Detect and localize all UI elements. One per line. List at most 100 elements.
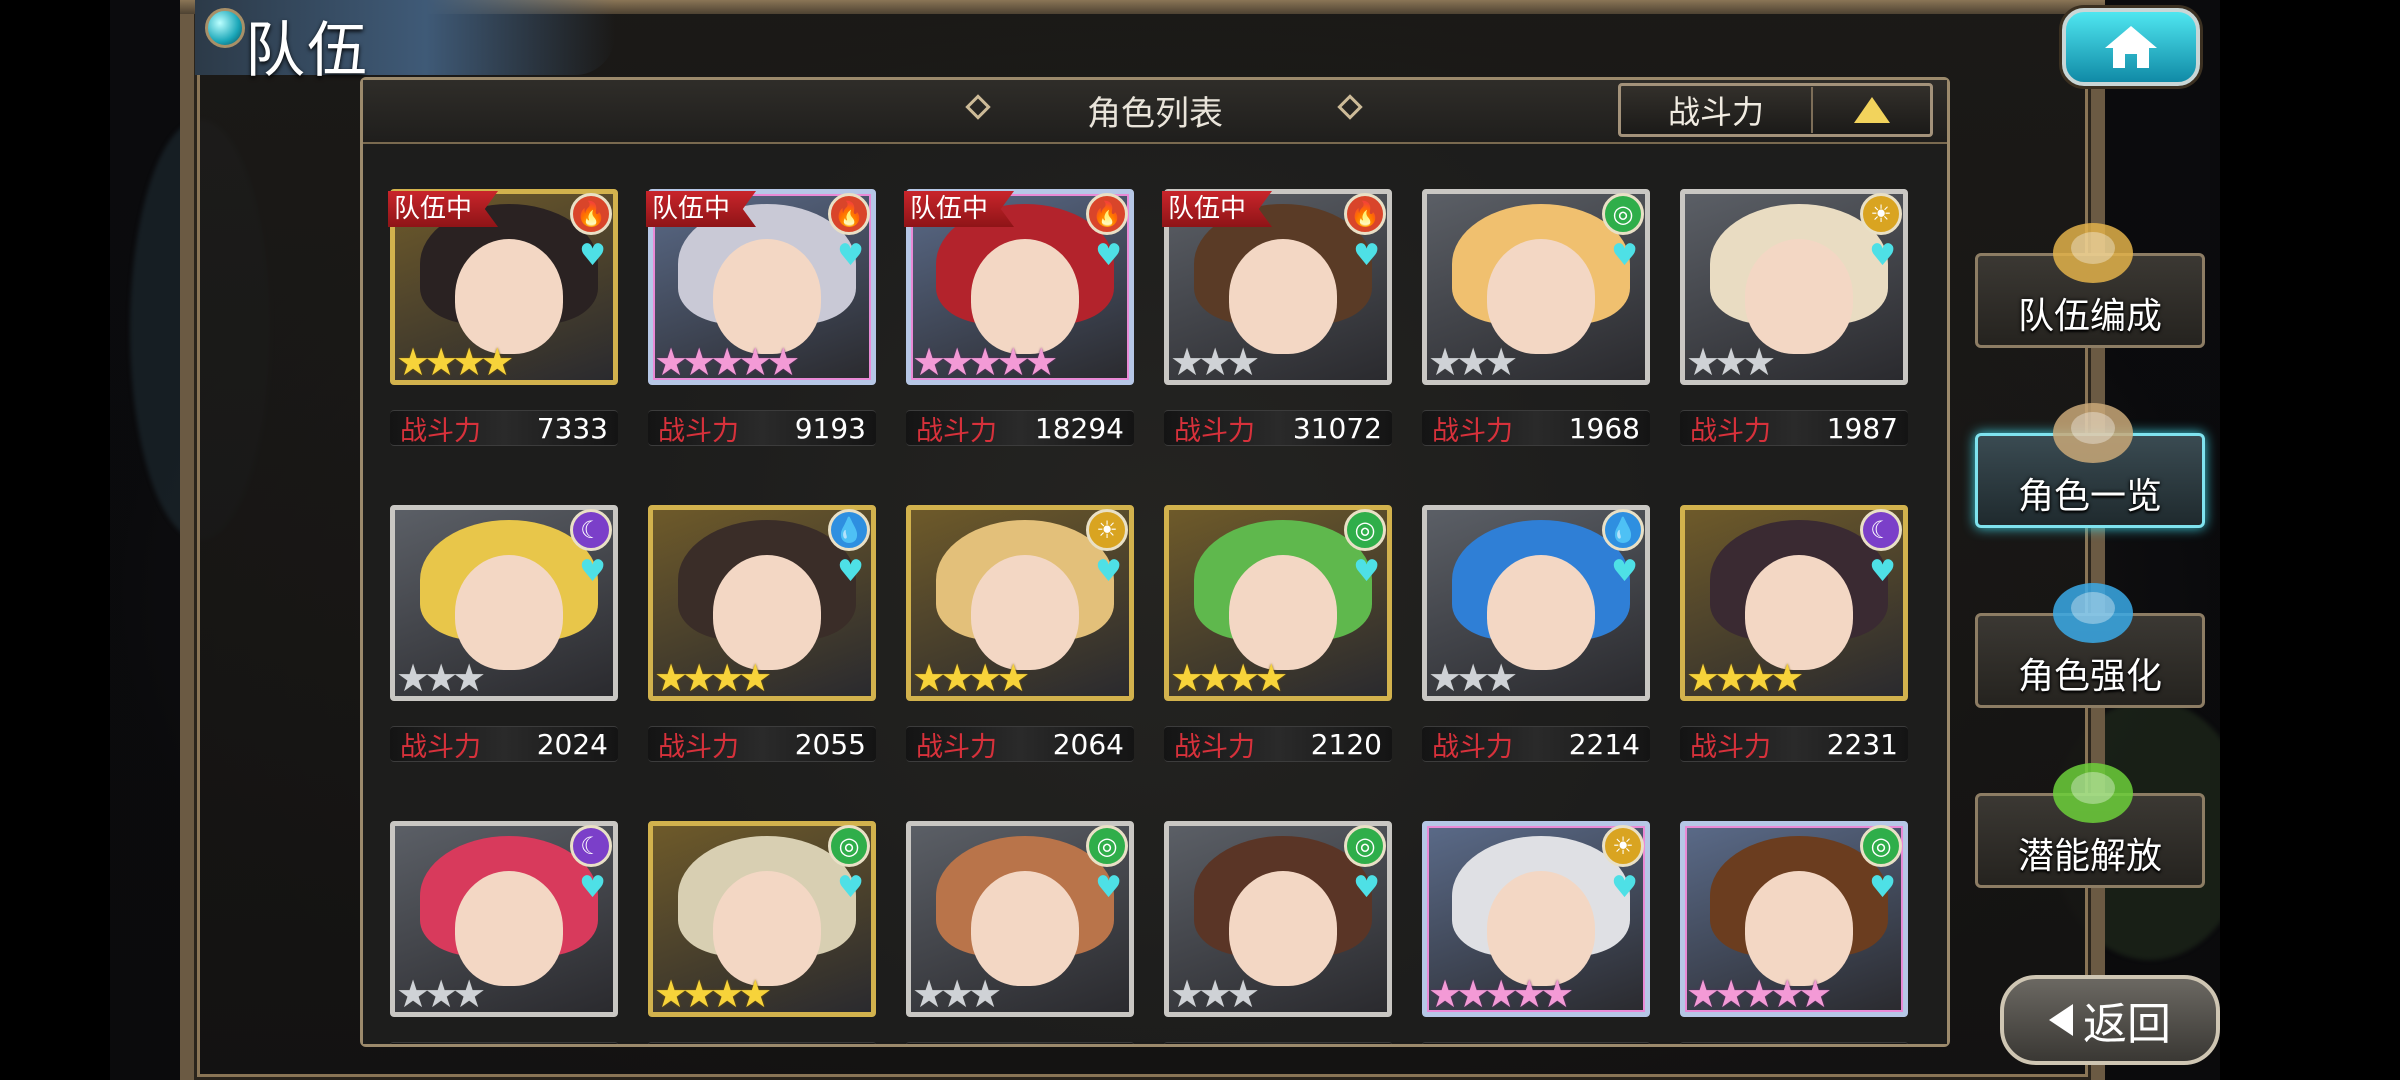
character-card[interactable]: ☀ ♥ ★★★	[1680, 189, 1908, 385]
rarity-stars: ★★★	[396, 656, 486, 700]
power-value: 7333	[536, 411, 608, 445]
character-card[interactable]: ☾ ♥ ★★★	[390, 821, 618, 1017]
character-card[interactable]: ☾ ♥ ★★★	[390, 505, 618, 701]
heart-icon: ♥	[1353, 238, 1380, 273]
character-card[interactable]: 💧 ♥ ★★★	[1422, 505, 1650, 701]
character-card[interactable]: ☾ ♥ ★★★★	[1680, 505, 1908, 701]
rarity-stars: ★★★	[396, 972, 486, 1016]
sort-label[interactable]: 战斗力	[1621, 87, 1813, 133]
character-card[interactable]: 🔥 ♥ 队伍中 ★★★★★	[646, 189, 876, 385]
moon-icon: ☾	[570, 825, 612, 867]
back-button[interactable]: 返回	[2000, 975, 2220, 1065]
power-label: 战斗力	[1690, 731, 1771, 763]
power-bar	[390, 1042, 618, 1044]
power-value: 1968	[1568, 411, 1640, 445]
power-bar: 战斗力 31072	[1164, 410, 1392, 447]
character-face	[1745, 871, 1853, 986]
heart-icon: ♥	[1869, 870, 1896, 905]
character-face	[1229, 555, 1337, 670]
power-value: 31072	[1292, 411, 1382, 445]
water-drop-icon: 💧	[1602, 509, 1644, 551]
heart-icon: ♥	[1611, 870, 1638, 905]
character-face	[971, 239, 1079, 354]
wind-swirl-icon: ◎	[1344, 825, 1386, 867]
heart-icon: ♥	[1611, 238, 1638, 273]
power-value: 18294	[1034, 411, 1124, 445]
enhance-card-icon	[2043, 568, 2143, 648]
character-face	[1487, 555, 1595, 670]
heart-icon: ♥	[1611, 554, 1638, 589]
character-face	[713, 871, 821, 986]
power-value: 2214	[1568, 727, 1640, 761]
character-face	[455, 555, 563, 670]
sort-control[interactable]: 战斗力	[1618, 83, 1933, 137]
home-icon	[2105, 26, 2157, 68]
character-card[interactable]: 💧 ♥ ★★★★	[648, 505, 876, 701]
power-label: 战斗力	[1174, 731, 1255, 763]
power-bar	[906, 1042, 1134, 1044]
side-menu-label: 队伍编成	[2017, 296, 2162, 337]
power-bar: 战斗力 18294	[906, 410, 1134, 447]
character-card[interactable]: 🔥 ♥ 队伍中 ★★★★	[388, 189, 618, 385]
power-label: 战斗力	[400, 415, 481, 447]
power-bar: 战斗力 2064	[906, 726, 1134, 763]
heart-icon: ♥	[579, 554, 606, 589]
rarity-stars: ★★★	[1170, 972, 1260, 1016]
wind-swirl-icon: ◎	[1086, 825, 1128, 867]
wind-swirl-icon: ◎	[828, 825, 870, 867]
wind-swirl-icon: ◎	[1860, 825, 1902, 867]
character-face	[713, 239, 821, 354]
character-card[interactable]: 🔥 ♥ 队伍中 ★★★★★	[904, 189, 1134, 385]
heart-icon: ♥	[1353, 870, 1380, 905]
rarity-stars: ★★★★	[654, 972, 772, 1016]
potential-release-button[interactable]: 潜能解放	[1975, 763, 2205, 888]
character-face	[1487, 871, 1595, 986]
fire-icon: 🔥	[828, 193, 870, 235]
wind-swirl-icon: ◎	[1344, 509, 1386, 551]
character-card[interactable]: ◎ ♥ ★★★	[906, 821, 1134, 1017]
character-card[interactable]: ◎ ♥ ★★★★	[648, 821, 876, 1017]
character-card[interactable]: ◎ ♥ ★★★★	[1164, 505, 1392, 701]
power-label: 战斗力	[1174, 415, 1255, 447]
power-bar: 战斗力 7333	[390, 410, 618, 447]
power-bar	[1164, 1042, 1392, 1044]
character-card[interactable]: 🔥 ♥ 队伍中 ★★★	[1162, 189, 1392, 385]
rarity-stars: ★★★★★	[912, 340, 1058, 384]
rarity-stars: ★★★★	[654, 656, 772, 700]
power-bar: 战斗力 1987	[1680, 410, 1908, 447]
rarity-stars: ★★★	[912, 972, 1002, 1016]
heart-icon: ♥	[837, 238, 864, 273]
power-value: 2064	[1052, 727, 1124, 761]
heart-icon: ♥	[1869, 238, 1896, 273]
power-value: 2055	[794, 727, 866, 761]
character-card[interactable]: ◎ ♥ ★★★	[1164, 821, 1392, 1017]
sort-order-button[interactable]	[1813, 97, 1930, 123]
character-face	[971, 871, 1079, 986]
heart-icon: ♥	[579, 870, 606, 905]
character-face	[1229, 871, 1337, 986]
home-button[interactable]	[2062, 8, 2200, 86]
in-team-badge: 队伍中	[1162, 191, 1273, 227]
character-card[interactable]: ◎ ♥ ★★★	[1422, 189, 1650, 385]
character-face	[1229, 239, 1337, 354]
power-value: 1987	[1826, 411, 1898, 445]
fire-icon: 🔥	[1086, 193, 1128, 235]
character-enhance-button[interactable]: 角色强化	[1975, 583, 2205, 708]
character-card[interactable]: ☀ ♥ ★★★★★	[1422, 821, 1650, 1017]
rarity-stars: ★★★	[1428, 656, 1518, 700]
character-face	[455, 871, 563, 986]
character-grid[interactable]: 🔥 ♥ 队伍中 ★★★★ 战斗力 7333 🔥 ♥ 队伍中 ★★★★★ 战斗力 9193 🔥 ♥ 队伍中 ★★…	[363, 144, 1947, 1044]
power-bar: 战斗力 9193	[648, 410, 876, 447]
team-formation-button[interactable]: 队伍编成	[1975, 223, 2205, 348]
character-card[interactable]: ◎ ♥ ★★★★★	[1680, 821, 1908, 1017]
character-list-button[interactable]: 角色一览	[1975, 403, 2205, 528]
rarity-stars: ★★★	[1686, 340, 1776, 384]
character-card[interactable]: ☀ ♥ ★★★★	[906, 505, 1134, 701]
power-bar: 战斗力 1968	[1422, 410, 1650, 447]
moon-icon: ☾	[570, 509, 612, 551]
potential-orb-icon	[2043, 748, 2143, 828]
character-list-panel: 角色列表 战斗力 🔥 ♥ 队伍中 ★★★★ 战斗力 7333 🔥 ♥ 队伍中 ★★★★★ 战斗力 91…	[360, 77, 1950, 1047]
power-label: 战斗力	[658, 415, 739, 447]
power-bar	[648, 1042, 876, 1044]
power-bar: 战斗力 2055	[648, 726, 876, 763]
